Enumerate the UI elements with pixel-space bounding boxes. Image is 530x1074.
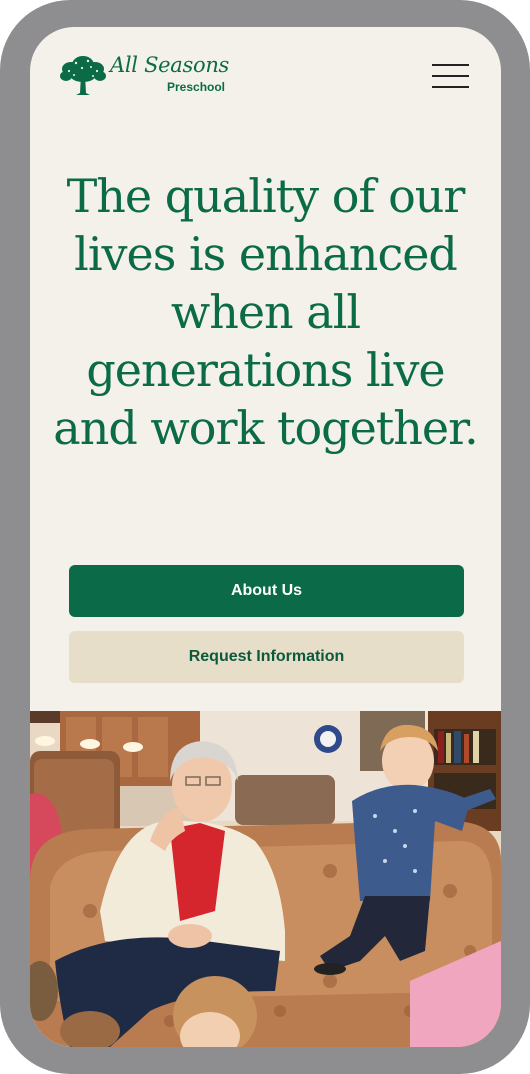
tree-icon — [60, 56, 106, 95]
site-header: All Seasons Preschool — [30, 27, 501, 127]
about-us-button[interactable]: About Us — [69, 565, 464, 617]
logo-subtitle: Preschool — [167, 80, 226, 94]
hero-photo — [30, 711, 501, 1047]
logo-wordmark: All Seasons Preschool — [110, 53, 230, 97]
phone-screen: All Seasons Preschool The quality of our… — [30, 27, 501, 1047]
hero-headline: The quality of our lives is enhanced whe… — [53, 169, 478, 455]
menu-line-middle — [432, 75, 469, 77]
hamburger-menu-icon[interactable] — [430, 63, 472, 89]
menu-line-top — [432, 64, 469, 66]
menu-line-bottom — [432, 86, 469, 88]
device-frame: All Seasons Preschool The quality of our… — [0, 0, 530, 1074]
request-information-button[interactable]: Request Information — [69, 631, 464, 683]
logo-name: All Seasons — [110, 53, 230, 77]
site-logo[interactable]: All Seasons Preschool — [58, 53, 230, 97]
